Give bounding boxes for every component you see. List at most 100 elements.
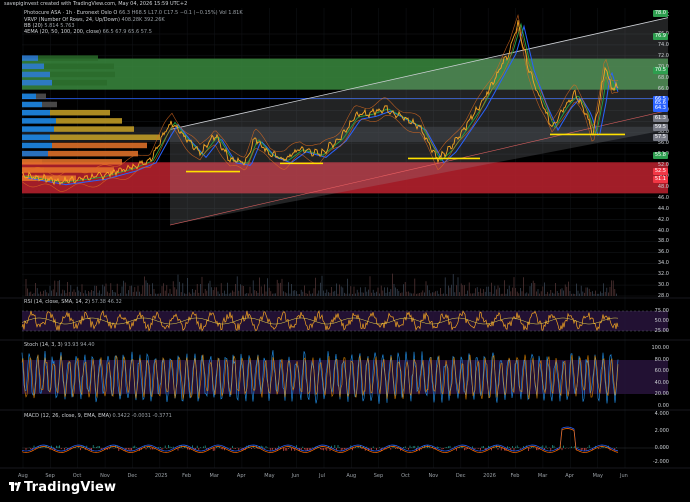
volume-profile-bar xyxy=(22,55,38,61)
rsi-axis-tick: 50.00 xyxy=(654,318,669,324)
chart-canvas[interactable]: savepiginvest created with TradingView.c… xyxy=(0,0,690,502)
volume-profile-bar xyxy=(42,159,122,165)
price-axis-tick: 32.0 xyxy=(657,271,669,278)
stoch-axis-tick: 60.00 xyxy=(654,368,669,374)
time-axis-label: Jul xyxy=(319,473,326,479)
stoch-axis-tick: 0.00 xyxy=(657,403,669,409)
time-axis-label: Oct xyxy=(401,473,410,479)
price-axis-tick: 74.0 xyxy=(657,41,669,48)
stoch-legend[interactable]: Stoch (14, 3, 3) 93.93 94.40 xyxy=(24,342,95,348)
stoch-axis-tick: 40.00 xyxy=(654,380,669,386)
macd-legend[interactable]: MACD (12, 26, close, 9, EMA, EMA) 0.3422… xyxy=(24,413,172,419)
rsi-axis-tick: 75.00 xyxy=(654,308,669,314)
volume-profile-bar xyxy=(36,93,46,100)
time-axis-label: Jun xyxy=(291,473,300,479)
price-axis-tick: 48.0 xyxy=(657,183,669,190)
rsi-values: 57.38 46.32 xyxy=(91,299,122,305)
stoch-values: 93.93 94.40 xyxy=(64,342,95,348)
volume-profile-bar xyxy=(42,101,57,108)
volume-profile-bar xyxy=(54,126,134,132)
price-level-pill: 61.3 xyxy=(652,115,668,122)
price-level-pill: 78.0 xyxy=(652,10,668,17)
volume-profile-bar xyxy=(44,167,114,173)
macd-axis-tick: 2.000 xyxy=(654,428,669,434)
volume-profile-bar xyxy=(38,55,98,61)
volume-profile-bar xyxy=(22,109,50,116)
symbol-line: Photocure ASA · 1h · Euronext Oslo O xyxy=(24,10,118,16)
volume-profile-bar xyxy=(22,79,52,86)
stoch-axis-tick: 80.00 xyxy=(654,357,669,363)
price-level-pill: 52.5 xyxy=(652,168,668,175)
time-axis-label: 2026 xyxy=(483,473,496,479)
volume-profile-bar xyxy=(44,63,114,70)
price-axis-tick: 38.0 xyxy=(657,238,669,245)
time-axis-label: May xyxy=(592,473,603,479)
price-axis-tick: 36.0 xyxy=(657,249,669,256)
time-axis-label: Sep xyxy=(373,473,384,479)
price-level-pill: 57.5 xyxy=(652,134,668,141)
time-axis-label: Oct xyxy=(72,473,82,479)
volume-profile-bar xyxy=(50,109,110,116)
price-level-pill: 55.8 xyxy=(652,152,668,159)
volume-profile-bar xyxy=(50,71,115,78)
time-axis-label: Aug xyxy=(346,473,357,479)
time-axis-label: Sep xyxy=(45,473,55,479)
volume-profile-bar xyxy=(22,71,50,78)
price-level-pill: 70.5 xyxy=(652,67,668,74)
volume-profile-bar xyxy=(22,142,52,149)
time-axis-label: Nov xyxy=(428,473,439,479)
price-level-pill: 64.3 xyxy=(652,105,668,112)
time-axis-label: Feb xyxy=(182,473,192,479)
macd-axis-tick: 0.000 xyxy=(654,445,669,451)
rsi-legend[interactable]: RSI (14, close, SMA, 14, 2) 57.38 46.32 xyxy=(24,299,122,305)
volume-profile-bar xyxy=(22,63,44,70)
rsi-label: RSI (14, close, SMA, 14, 2) xyxy=(24,299,91,305)
volume-profile-bar xyxy=(22,101,42,108)
volume-profile-bar xyxy=(22,150,48,157)
price-axis-tick: 42.0 xyxy=(657,216,669,223)
time-axis-label: May xyxy=(264,473,275,479)
volume-profile-bar xyxy=(52,142,147,149)
price-chart-svg[interactable] xyxy=(0,0,690,502)
time-axis-label: Dec xyxy=(455,473,466,479)
price-axis-tick: 40.0 xyxy=(657,227,669,234)
tradingview-logo: TradingView xyxy=(9,480,116,495)
macd-label: MACD (12, 26, close, 9, EMA, EMA) xyxy=(24,413,111,419)
stoch-axis-tick: 100.00 xyxy=(651,345,670,351)
price-axis-tick: 34.0 xyxy=(657,260,669,267)
price-axis-tick: 66.0 xyxy=(657,85,669,92)
ohlc-values: 66.3 H68.5 L17.0 C17.5 −0.1 (−0.15%) Vol… xyxy=(118,10,243,16)
price-axis-tick: 46.0 xyxy=(657,194,669,201)
volume-profile-bar xyxy=(52,79,107,86)
time-axis-label: Feb xyxy=(510,473,520,479)
stoch-label: Stoch (14, 3, 3) xyxy=(24,342,63,348)
macd-axis-tick: -2.000 xyxy=(652,459,669,465)
time-axis-label: Apr xyxy=(236,473,246,479)
price-level-pill: 76.9 xyxy=(652,33,668,40)
symbol-legend[interactable]: Photocure ASA · 1h · Euronext Oslo O 66.… xyxy=(24,10,243,16)
volume-profile-bar xyxy=(48,150,138,157)
macd-axis-tick: 4.000 xyxy=(654,411,669,417)
time-axis-label: Nov xyxy=(100,473,110,479)
chart-credit: savepiginvest created with TradingView.c… xyxy=(4,1,188,7)
price-level-pill: 59.5 xyxy=(652,124,668,131)
price-axis-tick: 68.0 xyxy=(657,74,669,81)
macd-values: 0.3422 -0.0031 -0.3771 xyxy=(112,413,172,419)
volume-profile-bar xyxy=(50,134,160,141)
volume-profile-bar xyxy=(22,118,56,124)
price-axis-tick: 30.0 xyxy=(657,282,669,289)
price-level-pill: 51.1 xyxy=(652,176,668,183)
stoch-axis-tick: 20.00 xyxy=(654,391,669,397)
ema-values: 66.5 67.9 65.6 57.5 xyxy=(102,29,152,35)
time-axis-label: 2025 xyxy=(154,473,168,479)
volume-profile-bar xyxy=(22,93,36,100)
ema-label: 4EMA (20, 50, 100, 200, close) xyxy=(24,29,101,35)
price-axis-tick: 28.0 xyxy=(657,293,669,299)
tradingview-mark-icon xyxy=(9,482,21,491)
brand-name: TradingView xyxy=(24,480,117,495)
volume-profile-bar xyxy=(56,118,122,124)
volume-profile-bar xyxy=(22,159,42,165)
ema-legend[interactable]: 4EMA (20, 50, 100, 200, close) 66.5 67.9… xyxy=(24,29,152,35)
volume-profile-bar xyxy=(22,126,54,132)
price-axis-tick: 56.0 xyxy=(657,140,669,147)
